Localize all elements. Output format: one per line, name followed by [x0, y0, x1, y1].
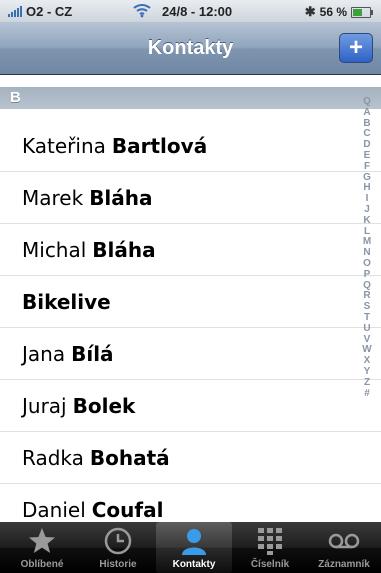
contact-first-name: Marek	[22, 185, 84, 210]
clock-icon	[80, 526, 156, 556]
contact-row[interactable]: Juraj Bolek	[0, 380, 381, 432]
contact-row[interactable]: Jana Bílá	[0, 328, 381, 380]
navigation-bar: Kontakty +	[0, 22, 381, 75]
contact-last-name: Bikelive	[22, 289, 111, 314]
contact-last-name: Bolek	[72, 393, 136, 418]
contact-row[interactable]: Marek Bláha	[0, 172, 381, 224]
person-icon	[156, 526, 232, 556]
contact-first-name: Radka	[22, 445, 84, 470]
battery-icon	[351, 6, 373, 18]
tab-historie[interactable]: Historie	[80, 522, 156, 573]
tab-label: Kontakty	[172, 559, 216, 570]
contact-first-name: Juraj	[22, 393, 67, 418]
tab-label: Historie	[99, 559, 137, 570]
carrier-name: O2 - CZ	[26, 4, 73, 19]
star-icon	[4, 526, 80, 556]
bluetooth-icon: ✱	[304, 4, 316, 19]
tab-oblibene[interactable]: Oblíbené	[4, 522, 80, 573]
add-contact-button[interactable]: +	[339, 33, 373, 63]
page-title: Kontakty	[147, 37, 234, 59]
index-letter[interactable]: K	[363, 215, 370, 227]
tab-kontakty[interactable]: Kontakty	[156, 522, 232, 573]
contact-last-name: Bílá	[71, 341, 114, 366]
index-letter[interactable]: A	[363, 107, 370, 119]
battery-area: ✱ 56 %	[304, 4, 373, 20]
section-header: B	[0, 87, 381, 109]
contact-last-name: Bohatá	[89, 445, 170, 470]
signal-icon	[8, 6, 22, 17]
contact-row[interactable]: Radka Bohatá	[0, 432, 381, 484]
contact-row[interactable]: Michal Bláha	[0, 224, 381, 276]
contact-last-name: Bláha	[89, 185, 153, 210]
index-letter[interactable]: Z	[364, 377, 370, 389]
index-letter[interactable]: P	[364, 269, 371, 281]
voicemail-icon	[306, 526, 381, 556]
section-letter: B	[10, 89, 21, 106]
tab-bar: Oblíbené Historie Kontakty Číselník Zázn…	[0, 522, 381, 573]
status-bar: O2 - CZ 24/8 - 12:00 ✱ 56 %	[0, 0, 381, 22]
contact-last-name: Bartlová	[111, 133, 208, 158]
contact-list: Kateřina Bartlová Marek Bláha Michal Blá…	[0, 120, 381, 536]
carrier-area: O2 - CZ	[8, 4, 72, 19]
contact-row[interactable]: Bikelive	[0, 276, 381, 328]
keypad-icon	[232, 526, 308, 556]
index-letter[interactable]: #	[364, 388, 370, 400]
contact-first-name: Jana	[22, 341, 66, 366]
tab-label: Záznamník	[318, 559, 370, 570]
contact-row[interactable]: Kateřina Bartlová	[0, 120, 381, 172]
contact-first-name: Daniel	[22, 497, 86, 522]
battery-percent: 56 %	[319, 5, 347, 19]
wifi-icon	[132, 2, 152, 21]
status-datetime: 24/8 - 12:00	[162, 4, 233, 19]
index-letter[interactable]: F	[364, 161, 370, 173]
alphabet-index[interactable]: Q A B C D E F G H I J K L M N O P Q R S T U V W X Y Z #	[359, 96, 375, 400]
tab-ciselnik[interactable]: Číselník	[232, 522, 308, 573]
contact-last-name: Coufal	[91, 497, 164, 522]
contact-first-name: Michal	[22, 237, 87, 262]
index-letter[interactable]: U	[363, 323, 370, 335]
tab-zaznamnik[interactable]: Záznamník	[306, 522, 381, 573]
tab-label: Číselník	[250, 559, 290, 570]
contact-last-name: Bláha	[92, 237, 156, 262]
contact-first-name: Kateřina	[22, 133, 106, 158]
tab-label: Oblíbené	[20, 559, 64, 570]
